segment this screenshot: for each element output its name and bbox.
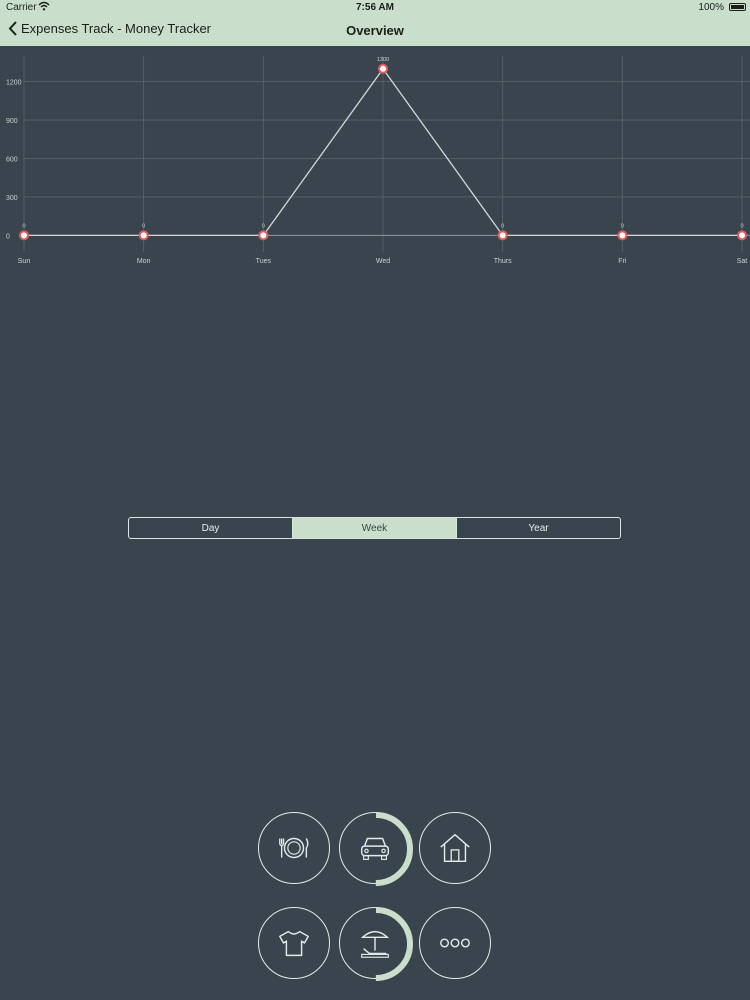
- data-label: 1300: [377, 57, 389, 63]
- weekly-expense-chart: 0 300 600 900 1200 Sun Mon Tues Wed Thurs Fri Sat 0 0…: [6, 56, 750, 265]
- data-point: [617, 230, 628, 241]
- segment-day[interactable]: Day: [129, 518, 293, 538]
- category-car-progress-ring: [339, 812, 413, 886]
- x-tick-label: Thurs: [494, 258, 512, 265]
- house-icon: [440, 833, 470, 863]
- data-point: [737, 230, 747, 241]
- x-tick-label: Tues: [256, 258, 272, 265]
- status-time: 7:56 AM: [356, 2, 394, 13]
- x-tick-label: Sat: [737, 258, 748, 265]
- y-tick-label: 600: [6, 156, 18, 163]
- tshirt-icon: [279, 930, 309, 957]
- data-point: [497, 230, 508, 241]
- data-point: [19, 230, 29, 241]
- y-tick-label: 900: [6, 118, 18, 125]
- y-tick-label: 300: [6, 195, 18, 202]
- x-tick-label: Sun: [18, 258, 31, 265]
- segment-week[interactable]: Week: [293, 518, 457, 538]
- data-label: 0: [142, 223, 145, 229]
- battery-icon: [729, 3, 746, 11]
- y-tick-label: 1200: [6, 80, 22, 87]
- page-title: Overview: [346, 23, 404, 38]
- x-tick-label: Mon: [137, 258, 151, 265]
- category-more-button[interactable]: [419, 907, 491, 979]
- navigation-bar: Expenses Track - Money Tracker Overview: [0, 14, 750, 46]
- category-leisure-progress-ring: [339, 907, 413, 981]
- food-plate-icon: [279, 837, 309, 859]
- period-segmented-control: Day Week Year: [128, 517, 621, 539]
- category-house-button[interactable]: [419, 812, 491, 884]
- more-icon: [440, 938, 470, 948]
- app-screen: Carrier 7:56 AM 100% Expenses Track - Mo…: [0, 0, 750, 1000]
- data-label: 0: [621, 223, 624, 229]
- data-point: [258, 230, 269, 241]
- progress-arc: [339, 812, 413, 886]
- y-tick-label: 0: [6, 233, 10, 240]
- category-car-button[interactable]: [339, 812, 413, 886]
- status-bar: Carrier 7:56 AM 100%: [0, 0, 750, 14]
- data-point: [138, 230, 149, 241]
- segment-year[interactable]: Year: [457, 518, 620, 538]
- category-food-button[interactable]: [258, 812, 330, 884]
- x-tick-label: Fri: [618, 258, 627, 265]
- data-label: 0: [22, 223, 25, 229]
- top-bar: Carrier 7:56 AM 100% Expenses Track - Mo…: [0, 0, 750, 46]
- data-point: [378, 63, 388, 74]
- category-leisure-button[interactable]: [339, 907, 413, 981]
- progress-arc: [339, 907, 413, 981]
- x-tick-label: Wed: [376, 258, 390, 265]
- data-label: 0: [740, 223, 743, 229]
- battery-percent: 100%: [698, 2, 724, 13]
- data-label: 0: [262, 223, 265, 229]
- data-label: 0: [501, 223, 504, 229]
- category-clothing-button[interactable]: [258, 907, 330, 979]
